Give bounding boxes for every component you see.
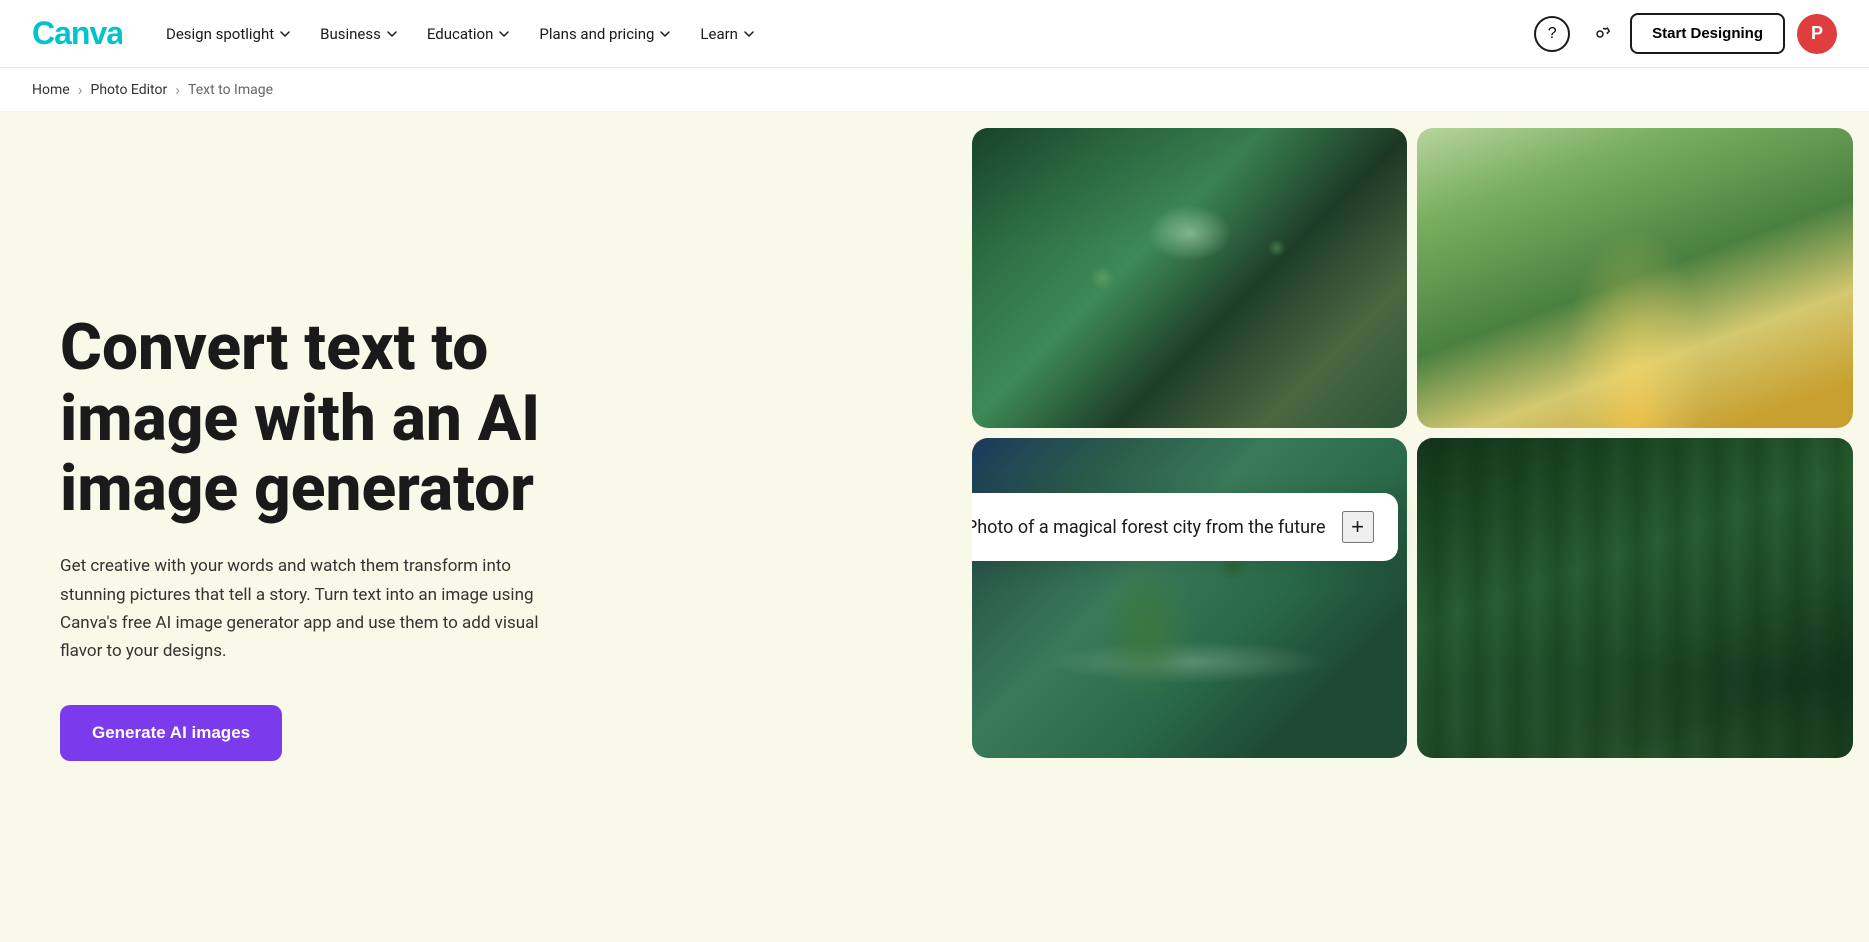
breadcrumb-current: Text to Image — [188, 82, 273, 98]
generate-ai-images-button[interactable]: Generate AI images — [60, 705, 282, 761]
canva-logo[interactable]: Canva — [32, 14, 122, 54]
user-avatar-button[interactable]: P — [1797, 14, 1837, 54]
prompt-overlay: Photo of a magical forest city from the … — [972, 493, 1398, 561]
svg-text:Canva: Canva — [32, 15, 122, 50]
nav-design-spotlight[interactable]: Design spotlight — [154, 17, 304, 51]
prompt-plus-button[interactable]: + — [1342, 511, 1374, 543]
hero-image-2 — [1417, 128, 1853, 428]
nav-education[interactable]: Education — [415, 17, 524, 51]
hero-right: Photo of a magical forest city from the … — [972, 112, 1869, 942]
breadcrumb-photo-editor[interactable]: Photo Editor — [91, 82, 168, 98]
breadcrumb-home[interactable]: Home — [32, 82, 70, 98]
hero-image-3 — [972, 438, 1408, 758]
breadcrumb: Home › Photo Editor › Text to Image — [0, 68, 1869, 112]
breadcrumb-sep-1: › — [78, 80, 83, 99]
breadcrumb-sep-2: › — [175, 80, 180, 99]
nav-learn[interactable]: Learn — [688, 17, 768, 51]
nav-plans-pricing[interactable]: Plans and pricing — [527, 17, 684, 51]
hero-image-1 — [972, 128, 1408, 428]
help-button[interactable]: ? — [1534, 16, 1570, 52]
prompt-text: Photo of a magical forest city from the … — [972, 517, 1326, 538]
nav-right: ? Start Designing P — [1534, 13, 1837, 54]
navbar: Canva Design spotlight Business Educatio… — [0, 0, 1869, 68]
hero-title: Convert text to image with an AI image g… — [60, 313, 640, 524]
hero-image-4 — [1417, 438, 1853, 758]
hero-description: Get creative with your words and watch t… — [60, 552, 580, 664]
nav-business[interactable]: Business — [308, 17, 411, 51]
chevron-down-icon — [658, 27, 672, 41]
hero-left: Convert text to image with an AI image g… — [0, 112, 972, 942]
chevron-down-icon — [742, 27, 756, 41]
chevron-down-icon — [385, 27, 399, 41]
nav-links: Design spotlight Business Education Plan… — [154, 17, 1534, 51]
start-designing-button[interactable]: Start Designing — [1630, 13, 1785, 54]
chevron-down-icon — [278, 27, 292, 41]
settings-button[interactable] — [1582, 16, 1618, 52]
gear-icon — [1589, 23, 1611, 45]
chevron-down-icon — [497, 27, 511, 41]
hero-section: Convert text to image with an AI image g… — [0, 112, 1869, 942]
